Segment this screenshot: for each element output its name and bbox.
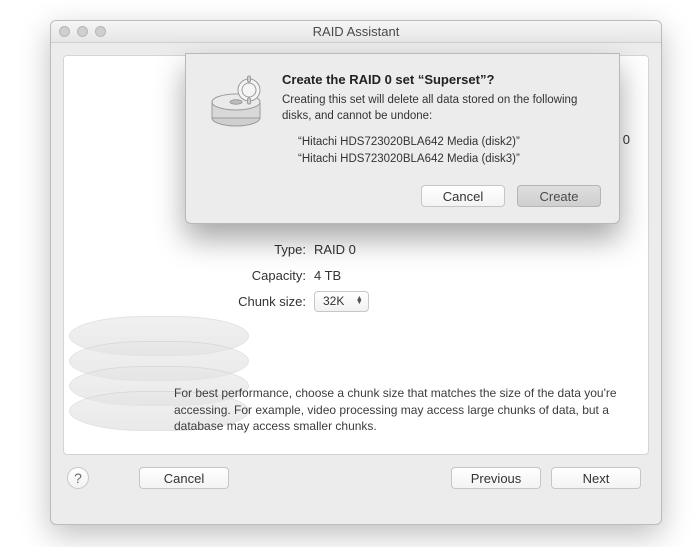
dialog-cancel-button[interactable]: Cancel (421, 185, 505, 207)
minimize-dot-icon[interactable] (77, 26, 88, 37)
affected-disks-list: “Hitachi HDS723020BLA642 Media (disk2)” … (282, 134, 601, 167)
capacity-label: Capacity: (214, 268, 314, 283)
raid-properties: Type: RAID 0 Capacity: 4 TB Chunk size: … (214, 236, 514, 314)
previous-button[interactable]: Previous (451, 467, 541, 489)
chunk-size-label: Chunk size: (214, 294, 314, 309)
disk-entry: “Hitachi HDS723020BLA642 Media (disk2)” (298, 134, 601, 151)
disk-utility-icon (204, 72, 268, 171)
dialog-title: Create the RAID 0 set “Superset”? (282, 72, 601, 87)
capacity-value: 4 TB (314, 268, 341, 283)
dialog-description: Creating this set will delete all data s… (282, 93, 601, 124)
close-dot-icon[interactable] (59, 26, 70, 37)
help-button[interactable]: ? (67, 467, 89, 489)
chunk-size-value: 32K (323, 294, 344, 308)
type-label: Type: (214, 242, 314, 257)
next-button[interactable]: Next (551, 467, 641, 489)
disk-entry: “Hitachi HDS723020BLA642 Media (disk3)” (298, 151, 601, 168)
help-icon: ? (74, 470, 82, 486)
cancel-button[interactable]: Cancel (139, 467, 229, 489)
stepper-arrows-icon: ▲▼ (354, 297, 364, 305)
type-value: RAID 0 (314, 242, 356, 257)
raid-assistant-window: RAID Assistant e RAID 0 Type: RAID 0 Cap… (50, 20, 662, 525)
chunk-help-text: For best performance, choose a chunk siz… (174, 385, 628, 434)
titlebar: RAID Assistant (51, 21, 661, 43)
dialog-create-button[interactable]: Create (517, 185, 601, 207)
window-controls (51, 26, 106, 37)
confirm-create-dialog: Create the RAID 0 set “Superset”? Creati… (185, 53, 620, 224)
chunk-size-select[interactable]: 32K ▲▼ (314, 291, 369, 312)
footer-bar: ? Cancel Previous Next (63, 455, 649, 489)
zoom-dot-icon[interactable] (95, 26, 106, 37)
window-title: RAID Assistant (51, 24, 661, 39)
